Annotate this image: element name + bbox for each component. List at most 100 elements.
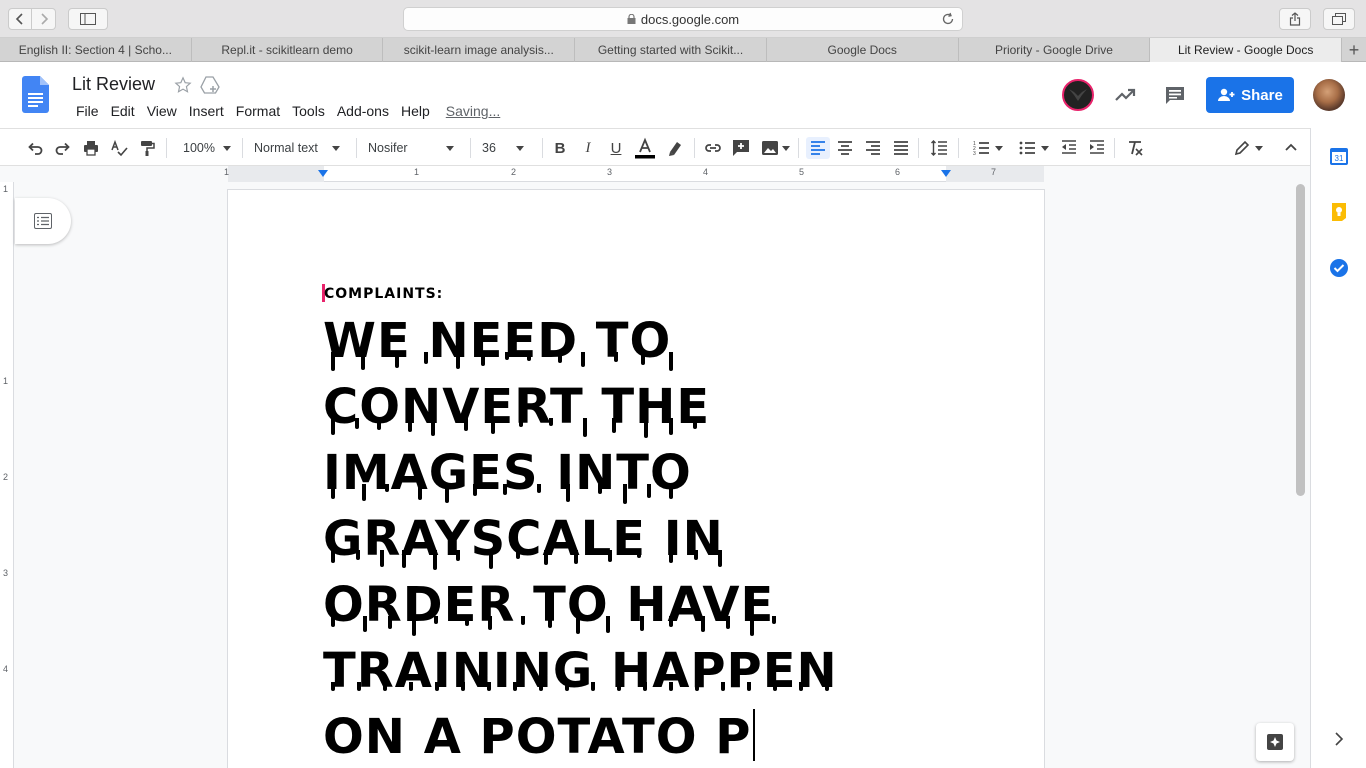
expand-panel-chevron-icon[interactable] — [1333, 732, 1345, 746]
highlight-color-button[interactable] — [664, 137, 686, 159]
decrease-indent-button[interactable] — [1058, 137, 1080, 159]
justify-button[interactable] — [890, 137, 912, 159]
google-docs-logo-icon[interactable] — [22, 76, 49, 113]
insert-link-button[interactable] — [702, 137, 724, 159]
redo-button[interactable] — [52, 137, 74, 159]
undo-button[interactable] — [24, 137, 46, 159]
browser-tab[interactable]: Getting started with Scikit... — [575, 38, 767, 62]
toolbar-separator — [958, 138, 959, 158]
insert-comment-button[interactable] — [730, 137, 752, 159]
vertical-scrollbar[interactable] — [1296, 184, 1305, 496]
tasks-icon[interactable] — [1329, 258, 1349, 278]
menu-help[interactable]: Help — [395, 102, 436, 122]
tab-label: English II: Section 4 | Scho... — [18, 43, 172, 57]
calendar-icon[interactable]: 31 — [1329, 146, 1349, 166]
side-panel: 31 — [1310, 128, 1366, 768]
drip-mark — [435, 682, 439, 691]
document-outline-button[interactable] — [15, 198, 71, 244]
safari-share-button[interactable] — [1279, 8, 1311, 30]
text-color-button[interactable] — [632, 137, 658, 159]
drip-mark — [331, 682, 335, 691]
collapse-menus-button[interactable] — [1280, 137, 1302, 159]
numbered-list-button[interactable]: 123 — [968, 137, 1006, 159]
font-size-select[interactable]: 36 — [482, 137, 536, 159]
drip-mark — [565, 682, 569, 691]
drip-mark — [825, 682, 829, 691]
spellcheck-button[interactable] — [108, 137, 130, 159]
drip-mark — [489, 550, 493, 569]
menu-add-ons[interactable]: Add-ons — [331, 102, 395, 122]
document-page[interactable]: COMPLAINTS: WE NEED TO CONVERT THE IMAGE… — [228, 190, 1044, 768]
show-tabs-button[interactable] — [1323, 8, 1355, 30]
zoom-select[interactable]: 100% — [178, 137, 236, 159]
forward-button[interactable] — [32, 8, 56, 30]
browser-tab[interactable]: Google Docs — [767, 38, 959, 62]
horizontal-ruler[interactable]: 1 1 2 3 4 5 6 7 — [224, 166, 1044, 182]
comments-icon[interactable] — [1164, 84, 1186, 106]
browser-tab[interactable]: scikit-learn image analysis... — [383, 38, 576, 62]
explore-button[interactable] — [1256, 723, 1294, 761]
drip-mark — [356, 550, 360, 560]
clear-formatting-button[interactable] — [1124, 137, 1146, 159]
ruler-number: 4 — [3, 664, 9, 674]
browser-tab[interactable]: Repl.it - scikitlearn demo — [192, 38, 384, 62]
editing-mode-button[interactable] — [1230, 137, 1266, 159]
drip-mark — [519, 418, 523, 427]
right-indent-marker[interactable] — [941, 170, 951, 177]
drip-mark — [402, 550, 406, 568]
menu-file[interactable]: File — [70, 102, 105, 122]
align-center-button[interactable] — [834, 137, 856, 159]
drip-mark — [576, 616, 580, 634]
account-avatar[interactable] — [1313, 79, 1345, 111]
italic-button[interactable]: I — [578, 137, 598, 159]
star-icon[interactable] — [174, 76, 192, 94]
drip-mark — [799, 682, 803, 691]
align-right-button[interactable] — [862, 137, 884, 159]
menu-insert[interactable]: Insert — [183, 102, 230, 122]
font-value: Nosifer — [368, 141, 408, 155]
browser-tab[interactable]: English II: Section 4 | Scho... — [0, 38, 192, 62]
body-line: GRAYSCALE IN — [323, 506, 943, 572]
collaborator-avatar[interactable] — [1062, 79, 1094, 111]
menu-edit[interactable]: Edit — [105, 102, 141, 122]
paragraph-style-select[interactable]: Normal text — [254, 137, 348, 159]
share-button[interactable]: Share — [1206, 77, 1294, 113]
document-title[interactable]: Lit Review — [72, 74, 155, 95]
move-to-drive-icon[interactable] — [200, 76, 220, 94]
bold-button[interactable]: B — [550, 137, 570, 159]
back-button[interactable] — [8, 8, 32, 30]
line-spacing-button[interactable] — [928, 137, 950, 159]
underline-button[interactable]: U — [606, 137, 626, 159]
keep-icon[interactable] — [1329, 202, 1349, 222]
left-indent-marker[interactable] — [318, 170, 328, 177]
spellcheck-icon — [111, 139, 128, 157]
decrease-indent-icon — [1062, 140, 1076, 154]
address-bar[interactable]: docs.google.com — [403, 7, 963, 31]
toolbar-separator — [166, 138, 167, 158]
new-tab-button[interactable]: + — [1342, 38, 1366, 62]
drip-mark — [608, 550, 612, 562]
activity-trend-icon[interactable] — [1114, 84, 1136, 106]
sidebar-toggle-button[interactable] — [68, 8, 108, 30]
paint-format-button[interactable] — [136, 137, 158, 159]
tab-label: scikit-learn image analysis... — [403, 43, 554, 57]
document-body[interactable]: WE NEED TO CONVERT THE IMAGES INTO GRAYS… — [323, 308, 943, 768]
menu-format[interactable]: Format — [230, 102, 286, 122]
browser-tab-active[interactable]: Lit Review - Google Docs — [1150, 38, 1343, 62]
drip-mark — [487, 682, 491, 691]
reload-icon[interactable] — [941, 12, 955, 26]
increase-indent-button[interactable] — [1086, 137, 1108, 159]
print-button[interactable] — [80, 137, 102, 159]
body-line: ON A POTATO P — [323, 704, 943, 768]
menu-tools[interactable]: Tools — [286, 102, 331, 122]
browser-tab[interactable]: Priority - Google Drive — [959, 38, 1151, 62]
save-status[interactable]: Saving... — [446, 102, 500, 122]
drip-mark — [505, 352, 509, 360]
drip-mark — [481, 352, 485, 366]
menu-view[interactable]: View — [141, 102, 183, 122]
insert-image-button[interactable] — [758, 137, 792, 159]
align-left-button[interactable] — [806, 137, 830, 159]
align-left-icon — [811, 141, 825, 155]
bulleted-list-button[interactable] — [1014, 137, 1052, 159]
font-family-select[interactable]: Nosifer — [368, 137, 460, 159]
